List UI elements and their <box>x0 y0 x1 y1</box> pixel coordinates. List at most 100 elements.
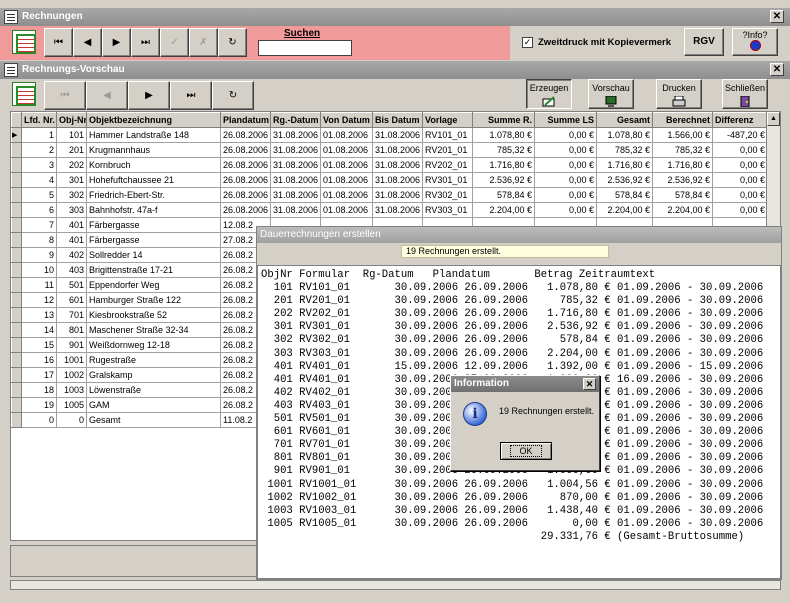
table-row[interactable]: 5 302 Friedrich-Ebert-Str. 26.08.2006 31.08.… <box>11 187 768 203</box>
row-selector[interactable] <box>11 292 22 308</box>
table-cell[interactable]: 12 <box>21 292 57 308</box>
erzeugen-button[interactable]: Erzeugen <box>526 79 572 109</box>
table-cell[interactable]: 785,32 € <box>472 142 535 158</box>
table-cell[interactable]: 1001 <box>56 352 87 368</box>
table-cell[interactable]: 0,00 € <box>534 172 597 188</box>
table-cell[interactable]: 0,00 € <box>534 157 597 173</box>
table-cell[interactable]: Friedrich-Ebert-Str. <box>86 187 221 203</box>
table-cell[interactable]: Bahnhofstr. 47a-f <box>86 202 221 218</box>
table-cell[interactable]: RV201_01 <box>422 142 473 158</box>
row-selector[interactable] <box>11 367 22 383</box>
column-header[interactable]: Vorlage <box>422 112 473 128</box>
table-cell[interactable]: 3 <box>21 157 57 173</box>
preview-first-button[interactable]: ⏮ <box>44 81 86 110</box>
table-cell[interactable]: 0,00 € <box>534 202 597 218</box>
column-header[interactable]: Lfd. Nr. <box>21 112 57 128</box>
table-cell[interactable]: Rugestraße <box>86 352 221 368</box>
column-header[interactable]: Bis Datum <box>372 112 423 128</box>
dialog-ok-button[interactable]: OK <box>500 442 552 460</box>
table-cell[interactable]: 401 <box>56 232 87 248</box>
table-cell[interactable]: Eppendorfer Weg <box>86 277 221 293</box>
table-cell[interactable]: 10 <box>21 262 57 278</box>
main-close-button[interactable]: ✕ <box>770 10 784 23</box>
column-header[interactable]: Berechnet <box>652 112 713 128</box>
table-cell[interactable]: 0,00 € <box>712 202 768 218</box>
table-cell[interactable]: 14 <box>21 322 57 338</box>
column-header[interactable]: Differenz <box>712 112 768 128</box>
table-cell[interactable]: 1002 <box>56 367 87 383</box>
table-cell[interactable]: 31.08.2006 <box>372 142 423 158</box>
invoice-app-icon[interactable] <box>12 30 36 54</box>
table-cell[interactable]: 0,00 € <box>534 127 597 143</box>
table-cell[interactable]: 9 <box>21 247 57 263</box>
last-record-button[interactable]: ⏭ <box>131 28 160 57</box>
row-selector[interactable] <box>11 217 22 233</box>
table-cell[interactable]: 8 <box>21 232 57 248</box>
table-cell[interactable]: 31.08.2006 <box>270 142 321 158</box>
table-cell[interactable]: 0,00 € <box>712 157 768 173</box>
table-row[interactable]: 3 202 Kornbruch 26.08.2006 31.08.2006 01.08.2… <box>11 157 768 173</box>
row-selector[interactable] <box>11 232 22 248</box>
table-cell[interactable]: 31.08.2006 <box>270 172 321 188</box>
table-cell[interactable]: RV301_01 <box>422 172 473 188</box>
dialog-close-button[interactable]: ✕ <box>583 378 596 390</box>
table-cell[interactable]: 785,32 € <box>596 142 653 158</box>
table-cell[interactable]: 26.08.2006 <box>220 202 271 218</box>
row-selector[interactable] <box>11 337 22 353</box>
table-cell[interactable]: 0,00 € <box>712 172 768 188</box>
table-cell[interactable]: RV202_01 <box>422 157 473 173</box>
table-cell[interactable]: 7 <box>21 217 57 233</box>
table-cell[interactable]: 1.716,80 € <box>472 157 535 173</box>
table-cell[interactable]: 2 <box>21 142 57 158</box>
table-cell[interactable]: 31.08.2006 <box>270 202 321 218</box>
table-cell[interactable]: 302 <box>56 187 87 203</box>
table-cell[interactable]: 0 <box>56 412 87 428</box>
table-cell[interactable]: 31.08.2006 <box>270 157 321 173</box>
column-header[interactable]: Objektbezeichnung <box>86 112 221 128</box>
zweitdruck-checkbox[interactable]: ✓ <box>522 37 533 48</box>
table-cell[interactable]: Färbergasse <box>86 232 221 248</box>
column-header[interactable]: Gesamt <box>596 112 653 128</box>
table-cell[interactable]: 01.08.2006 <box>320 127 373 143</box>
table-cell[interactable]: 2.204,00 € <box>596 202 653 218</box>
table-cell[interactable]: 31.08.2006 <box>372 127 423 143</box>
row-selector[interactable] <box>11 322 22 338</box>
column-header[interactable]: Summe LS <box>534 112 597 128</box>
row-selector[interactable] <box>11 412 22 428</box>
table-cell[interactable]: Hammer Landstraße 148 <box>86 127 221 143</box>
info-button[interactable]: ?Info? <box>732 28 778 56</box>
row-selector[interactable] <box>11 262 22 278</box>
table-cell[interactable]: 1003 <box>56 382 87 398</box>
table-cell[interactable]: 0,00 € <box>712 142 768 158</box>
table-cell[interactable]: 785,32 € <box>652 142 713 158</box>
table-cell[interactable]: 402 <box>56 247 87 263</box>
row-selector[interactable] <box>11 157 22 173</box>
table-cell[interactable]: 18 <box>21 382 57 398</box>
table-cell[interactable]: Kornbruch <box>86 157 221 173</box>
table-cell[interactable]: 501 <box>56 277 87 293</box>
table-cell[interactable]: 301 <box>56 172 87 188</box>
table-cell[interactable]: 2.536,92 € <box>596 172 653 188</box>
table-cell[interactable]: 31.08.2006 <box>270 127 321 143</box>
table-cell[interactable]: 13 <box>21 307 57 323</box>
table-cell[interactable]: Hohefuftchaussee 21 <box>86 172 221 188</box>
table-cell[interactable]: 26.08.2006 <box>220 142 271 158</box>
table-cell[interactable]: 11 <box>21 277 57 293</box>
table-cell[interactable]: 601 <box>56 292 87 308</box>
table-cell[interactable]: 578,84 € <box>652 187 713 203</box>
row-selector[interactable] <box>11 307 22 323</box>
table-cell[interactable]: 15 <box>21 337 57 353</box>
table-cell[interactable]: 26.08.2006 <box>220 187 271 203</box>
table-cell[interactable]: 1.566,00 € <box>652 127 713 143</box>
table-cell[interactable]: Maschener Straße 32-34 <box>86 322 221 338</box>
preview-close-button[interactable]: ✕ <box>770 63 784 76</box>
table-cell[interactable]: RV303_01 <box>422 202 473 218</box>
table-cell[interactable]: 701 <box>56 307 87 323</box>
column-header[interactable]: Obj-Nr. <box>56 112 87 128</box>
row-selector[interactable] <box>11 247 22 263</box>
row-selector[interactable] <box>11 277 22 293</box>
table-cell[interactable]: 1.716,80 € <box>652 157 713 173</box>
table-cell[interactable]: 401 <box>56 217 87 233</box>
table-cell[interactable]: -487,20 € <box>712 127 768 143</box>
row-selector[interactable] <box>11 142 22 158</box>
